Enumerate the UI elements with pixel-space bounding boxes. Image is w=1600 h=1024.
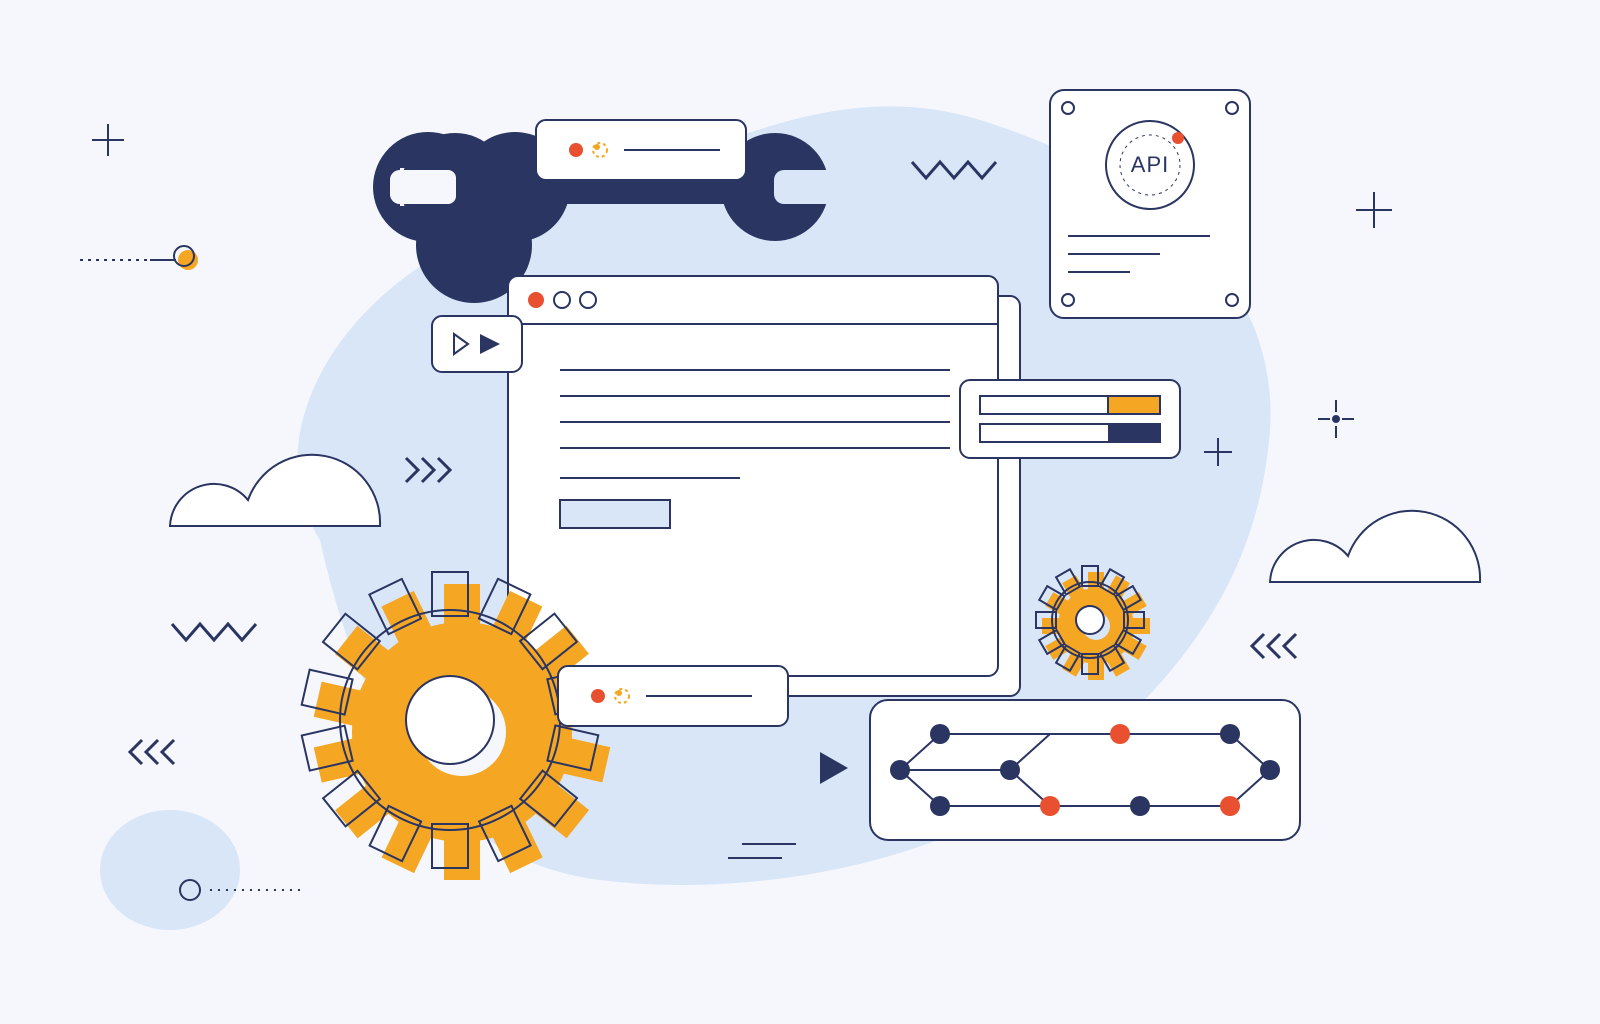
zigzag-icon-2: [172, 624, 256, 640]
progress-panel: [960, 380, 1180, 458]
api-card: API: [1050, 90, 1250, 318]
plus-icon-1: [92, 124, 124, 156]
window-dot-red: [528, 292, 544, 308]
cloud-left-icon: [170, 455, 380, 526]
chevrons-left-icon-2: [1252, 634, 1296, 658]
dotted-slider-icon: [80, 246, 198, 270]
progress-bar-1: [980, 396, 1160, 414]
crosshair-icon: [1318, 400, 1354, 438]
graph-panel: [870, 700, 1300, 840]
chevrons-left-icon-1: [130, 740, 174, 764]
nav-arrows-panel: [432, 316, 522, 372]
plus-icon-2: [1356, 192, 1392, 228]
pill-card-top: [536, 120, 746, 180]
progress-bar-2: [980, 424, 1160, 442]
cloud-right-icon: [1270, 511, 1480, 582]
pill-card-bottom: [558, 666, 788, 726]
browser-window: [508, 276, 998, 676]
api-label: API: [1131, 152, 1169, 177]
content-button-placeholder: [560, 500, 670, 528]
